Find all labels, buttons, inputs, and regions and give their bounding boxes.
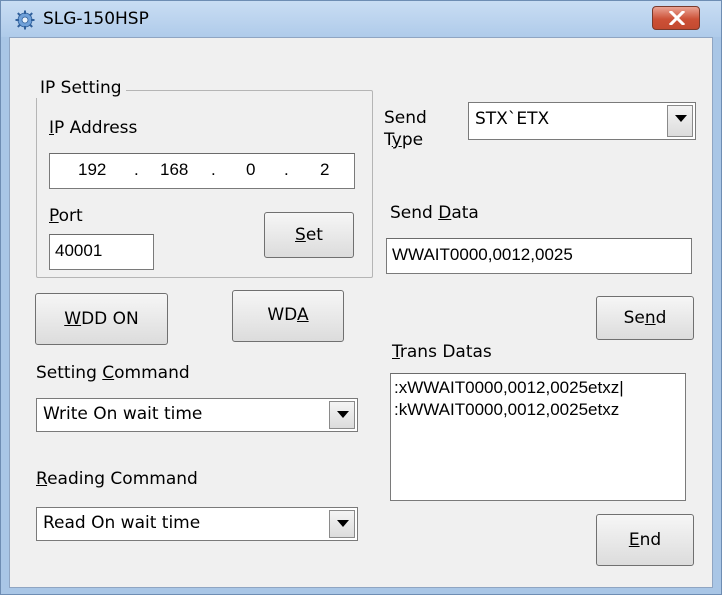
chevron-down-icon (337, 411, 349, 418)
ip-address-field[interactable]: 192 . 168 . 0 . 2 (49, 153, 355, 189)
chevron-down-icon (675, 115, 687, 122)
trans-datas-textarea[interactable]: :xWWAIT0000,0012,0025etxz| :kWWAIT0000,0… (390, 373, 686, 501)
close-button[interactable] (652, 6, 700, 30)
ip-octet-3[interactable]: 0 (246, 160, 255, 180)
send-data-label: Send Data (390, 203, 479, 223)
ip-address-label: IP Address (49, 118, 138, 138)
ip-separator: . (211, 160, 216, 179)
wdd-on-button-label: WDD ON (64, 309, 139, 329)
wdd-on-button[interactable]: WDD ON (35, 293, 168, 345)
setting-command-select[interactable]: Write On wait time (36, 398, 358, 432)
trans-datas-label: Trans Datas (392, 342, 492, 362)
wda-button[interactable]: WDA (232, 290, 344, 342)
close-icon (669, 11, 685, 25)
dropdown-arrow[interactable] (667, 105, 693, 137)
gear-icon (15, 10, 35, 30)
send-type-label-line1: Send (384, 108, 427, 128)
send-type-label-line2: Type (384, 130, 424, 150)
trans-datas-line: :kWWAIT0000,0012,0025etxz (394, 400, 620, 419)
ip-octet-1[interactable]: 192 (78, 160, 106, 180)
client-area: IP Setting IP Address 192 . 168 . 0 . 2 … (9, 37, 713, 588)
reading-command-select[interactable]: Read On wait time (36, 507, 358, 541)
send-button-label: Send (623, 308, 667, 328)
title-bar[interactable]: SLG-150HSP (1, 1, 721, 37)
ip-separator: . (134, 160, 139, 179)
setting-command-value: Write On wait time (43, 404, 203, 424)
chevron-down-icon (337, 520, 349, 527)
send-data-input[interactable]: WWAIT0000,0012,0025 (386, 238, 692, 274)
set-button-label: Set (295, 225, 323, 245)
window-title: SLG-150HSP (43, 9, 149, 29)
ip-separator: . (284, 160, 289, 179)
ip-octet-4[interactable]: 2 (320, 160, 329, 180)
setting-command-label: Setting Command (36, 363, 190, 383)
set-button[interactable]: Set (264, 212, 354, 258)
send-button[interactable]: Send (596, 296, 694, 340)
reading-command-value: Read On wait time (43, 513, 201, 533)
dropdown-arrow[interactable] (329, 401, 355, 429)
reading-command-label: Reading Command (36, 469, 198, 489)
port-label: Port (49, 206, 83, 226)
send-type-select[interactable]: STX`ETX (468, 102, 696, 140)
port-value: 40001 (55, 241, 103, 260)
port-input[interactable]: 40001 (49, 234, 154, 270)
end-button[interactable]: End (596, 514, 694, 566)
trans-datas-line: :xWWAIT0000,0012,0025etxz| (394, 378, 624, 397)
dropdown-arrow[interactable] (329, 510, 355, 538)
ip-setting-group-label: IP Setting (36, 78, 126, 98)
app-window: SLG-150HSP IP Setting IP Address 192 . 1… (0, 0, 722, 595)
send-type-value: STX`ETX (475, 109, 550, 129)
ip-octet-2[interactable]: 168 (160, 160, 188, 180)
send-data-value: WWAIT0000,0012,0025 (392, 245, 573, 264)
wda-button-label: WDA (267, 305, 309, 325)
end-button-label: End (628, 530, 662, 550)
